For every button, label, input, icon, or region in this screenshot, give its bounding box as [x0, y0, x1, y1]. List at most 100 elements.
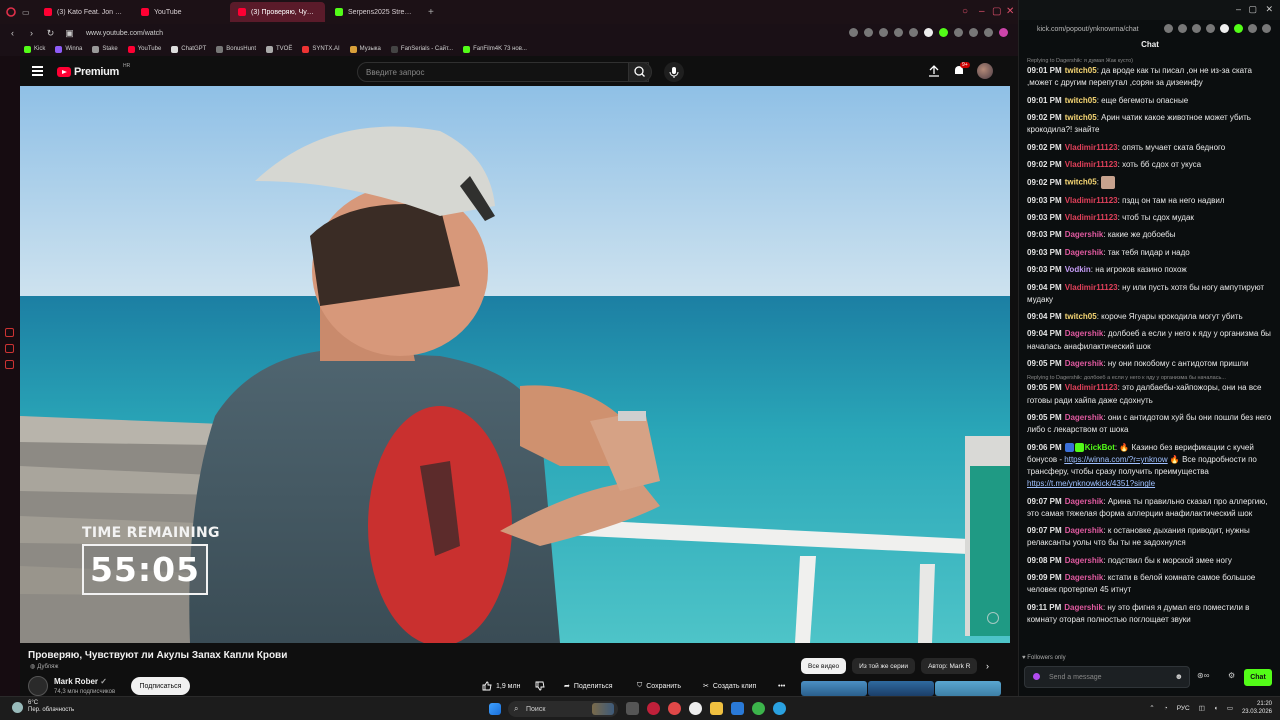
message-username[interactable]: twitch05 — [1065, 96, 1097, 105]
message-username[interactable]: Dagershik — [1065, 526, 1104, 535]
extension-icon[interactable] — [909, 28, 918, 37]
message-username[interactable]: Dagershik — [1064, 603, 1103, 612]
profile-icon[interactable] — [999, 28, 1008, 37]
message-username[interactable]: Dagershik — [1065, 248, 1104, 257]
message-username[interactable]: twitch05 — [1065, 312, 1097, 321]
tray-app-icon[interactable]: ◔ — [1164, 705, 1168, 712]
chat-url-text[interactable]: kick.com/popout/ynknowrna/chat — [1037, 26, 1139, 33]
extension-icon[interactable] — [1164, 24, 1173, 33]
search-tabs-icon[interactable]: ○ — [962, 6, 968, 17]
message-username[interactable]: Vladimir11123 — [1065, 143, 1118, 152]
message-username[interactable]: Vladimir11123 — [1065, 196, 1118, 205]
chat-close-button[interactable]: ✕ — [1265, 4, 1273, 15]
like-button[interactable]: 1,9 млн — [482, 678, 520, 694]
browser-tab[interactable]: YouTube — [133, 2, 228, 22]
extension-icon[interactable] — [1192, 24, 1201, 33]
chat-message-input[interactable]: Send a message ☻ — [1024, 666, 1190, 688]
sidebar-history-icon[interactable] — [5, 328, 14, 337]
save-button[interactable]: ⛉ Сохранить — [637, 678, 681, 694]
bookmark-item[interactable]: SYNTX.AI — [302, 45, 340, 53]
browser-tab[interactable]: (3) Проверяю, Чувств — [230, 2, 325, 22]
start-button[interactable] — [489, 703, 501, 715]
message-username[interactable]: Dagershik — [1065, 497, 1104, 506]
message-username[interactable]: KickBot — [1085, 443, 1115, 452]
channel-avatar[interactable] — [28, 676, 48, 696]
reply-context[interactable]: Replying to Dagershik: я думая Жак кусто… — [1027, 58, 1277, 64]
extension-icon[interactable] — [1234, 24, 1243, 33]
clock[interactable]: 21:20 23.03.2026 — [1242, 700, 1272, 716]
chat-maximize-button[interactable]: ▢ — [1248, 4, 1257, 15]
extension-icon[interactable] — [1248, 24, 1257, 33]
opera-gx-icon[interactable] — [647, 702, 660, 715]
watermark-icon[interactable] — [987, 612, 999, 624]
bookmark-item[interactable]: ChatGPT — [171, 45, 206, 53]
avatar[interactable] — [977, 63, 993, 79]
bookmark-item[interactable]: Музыка — [349, 45, 381, 53]
filter-chip[interactable]: Автор: Mark R — [921, 658, 978, 674]
sidebar-bag-icon[interactable] — [5, 344, 14, 353]
more-actions-button[interactable]: ••• — [778, 678, 785, 694]
volume-icon[interactable]: ◖ — [1214, 705, 1218, 712]
extension-icon[interactable] — [924, 28, 933, 37]
message-username[interactable]: Vladimir11123 — [1065, 213, 1118, 222]
youtube-logo[interactable]: Premium HR — [57, 63, 130, 78]
message-username[interactable]: twitch05 — [1065, 66, 1097, 75]
weather-widget[interactable]: 6°C Пер. облачность — [12, 700, 74, 714]
chat-settings-icon[interactable]: ⚙ — [1228, 671, 1235, 680]
extension-icon[interactable] — [894, 28, 903, 37]
related-thumbnail[interactable] — [868, 681, 934, 696]
todo-icon[interactable] — [731, 702, 744, 715]
message-username[interactable]: Dagershik — [1065, 573, 1104, 582]
subscribe-button[interactable]: Подписаться — [131, 677, 190, 695]
notifications-icon[interactable]: 9+ — [952, 62, 970, 80]
chat-minimize-button[interactable]: – — [1236, 4, 1241, 14]
message-link[interactable]: https://t.me/ynknowkick/4351?single — [1027, 478, 1277, 490]
yandex-icon[interactable] — [689, 702, 702, 715]
chevron-right-icon[interactable]: › — [986, 661, 989, 671]
message-username[interactable]: Dagershik — [1065, 413, 1104, 422]
message-username[interactable]: twitch05 — [1065, 113, 1097, 122]
reply-context[interactable]: Replying to Dagershik: долбоеб а если у … — [1027, 375, 1277, 381]
message-username[interactable]: Vladimir11123 — [1065, 383, 1118, 392]
opera-icon[interactable] — [668, 702, 681, 715]
points-icon[interactable]: ⊛∞ — [1197, 671, 1209, 680]
bookmark-item[interactable]: YouTube — [127, 45, 161, 53]
menu-icon[interactable] — [32, 66, 43, 78]
language-indicator[interactable]: РУС — [1177, 705, 1190, 712]
tray-chevron-icon[interactable]: ⌃ — [1149, 704, 1154, 712]
url-text[interactable]: www.youtube.com/watch — [86, 30, 163, 37]
new-tab-button[interactable]: + — [428, 7, 434, 18]
emoji-icon[interactable]: ☻ — [1175, 672, 1183, 681]
telegram-icon[interactable] — [773, 702, 786, 715]
message-username[interactable]: Dagershik — [1065, 230, 1104, 239]
message-username[interactable]: Vladimir11123 — [1065, 283, 1118, 292]
clip-button[interactable]: ✂ Создать клип — [703, 678, 756, 694]
message-username[interactable]: Vladimir11123 — [1065, 160, 1118, 169]
dislike-button[interactable] — [535, 678, 545, 694]
message-username[interactable]: Dagershik — [1065, 556, 1104, 565]
task-view-icon[interactable] — [626, 702, 639, 715]
upload-icon[interactable] — [928, 65, 940, 80]
tab-menu-icon[interactable]: ▭ — [22, 8, 36, 17]
extension-icon[interactable] — [954, 28, 963, 37]
message-username[interactable]: Dagershik — [1065, 329, 1104, 338]
bookmark-item[interactable]: BonusHunt — [216, 45, 256, 53]
related-thumbnail[interactable] — [935, 681, 1001, 696]
extension-icon[interactable] — [1262, 24, 1271, 33]
voice-search-icon[interactable] — [664, 62, 684, 82]
bookmark-item[interactable]: FanSerials - Сайт... — [390, 45, 453, 53]
emote-icon[interactable] — [1101, 176, 1116, 190]
file-explorer-icon[interactable] — [710, 702, 723, 715]
close-window-button[interactable]: ✕ — [1006, 6, 1014, 17]
extension-icon[interactable] — [849, 28, 858, 37]
forward-icon[interactable]: › — [25, 28, 38, 38]
browser-tab[interactable]: Serpens2025 Stream - Wa — [327, 2, 422, 22]
reload-icon[interactable]: ↻ — [44, 28, 57, 39]
message-username[interactable]: Vodkin — [1065, 265, 1091, 274]
filter-chip[interactable]: Все видео — [801, 658, 847, 674]
bookmark-item[interactable]: FanFilm4K 73 нов... — [463, 45, 527, 53]
search-input[interactable]: Введите запрос — [357, 62, 649, 82]
extension-icon[interactable] — [1220, 24, 1229, 33]
search-button[interactable] — [628, 62, 652, 82]
related-thumbnail[interactable] — [801, 681, 867, 696]
